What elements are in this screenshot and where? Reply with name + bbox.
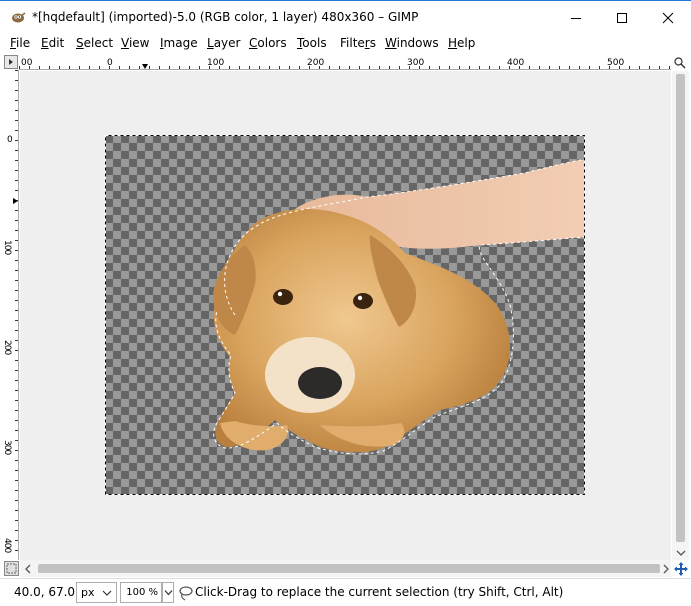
zoom-follow-icon bbox=[673, 562, 688, 576]
gimp-wilber-icon[interactable] bbox=[10, 10, 26, 24]
hruler-label: 100 bbox=[207, 58, 224, 68]
hruler-label: 00 bbox=[21, 58, 33, 68]
hruler-label: 500 bbox=[607, 58, 624, 68]
quick-mask-toggle[interactable] bbox=[4, 561, 19, 576]
scroll-down-button[interactable] bbox=[672, 547, 689, 559]
zoom-follow-button[interactable] bbox=[672, 561, 689, 577]
vruler-label: 200 bbox=[4, 340, 12, 355]
image-layer[interactable] bbox=[105, 135, 585, 495]
navigate-icon bbox=[674, 57, 686, 69]
unit-value: px bbox=[81, 586, 95, 599]
dog-nose bbox=[298, 367, 342, 399]
zoom-value: 100 % bbox=[126, 587, 158, 598]
status-bar: 40.0, 67.0 px 100 % Click-Drag to replac… bbox=[0, 578, 691, 606]
horizontal-ruler[interactable]: 00 0 100 200 300 400 500 bbox=[19, 55, 671, 70]
minimize-button[interactable] bbox=[553, 5, 599, 31]
dog-eye-left bbox=[273, 289, 293, 305]
zoom-dropdown-button[interactable] bbox=[162, 582, 174, 603]
pointer-position-marker bbox=[142, 64, 148, 69]
pointer-position-marker bbox=[13, 198, 18, 204]
minimize-icon bbox=[571, 18, 581, 19]
status-message: Click-Drag to replace the current select… bbox=[195, 585, 564, 599]
menu-windows[interactable]: Windows bbox=[385, 36, 439, 50]
close-button[interactable] bbox=[645, 5, 691, 31]
triangle-right-icon bbox=[9, 59, 13, 65]
menu-file[interactable]: File bbox=[10, 36, 30, 50]
lasso-icon bbox=[179, 586, 193, 601]
image-canvas[interactable] bbox=[20, 71, 671, 560]
title-bar: *[hqdefault] (imported)-5.0 (RGB color, … bbox=[0, 0, 691, 34]
vruler-label: 0 bbox=[7, 135, 13, 145]
menu-bar: File Edit Select View Image Layer Colors… bbox=[0, 34, 691, 54]
chevron-down-icon bbox=[102, 590, 112, 596]
window-title: *[hqdefault] (imported)-5.0 (RGB color, … bbox=[32, 10, 419, 24]
chevron-down-icon bbox=[676, 550, 685, 556]
horizontal-scrollbar-thumb[interactable] bbox=[38, 564, 660, 573]
unit-select[interactable]: px bbox=[76, 582, 117, 603]
maximize-icon bbox=[617, 13, 627, 23]
ruler-corner-menu-button[interactable] bbox=[4, 55, 18, 69]
maximize-button[interactable] bbox=[599, 5, 645, 31]
scroll-right-button[interactable] bbox=[660, 562, 672, 575]
menu-select[interactable]: Select bbox=[76, 36, 113, 50]
menu-filters[interactable]: Filters bbox=[340, 36, 376, 50]
dog-eye-right bbox=[353, 293, 373, 309]
hruler-label: 0 bbox=[107, 58, 113, 68]
horizontal-scrollbar[interactable] bbox=[20, 560, 671, 577]
hruler-label: 200 bbox=[307, 58, 324, 68]
close-icon bbox=[662, 12, 674, 24]
navigate-button[interactable] bbox=[672, 55, 687, 70]
vruler-label: 300 bbox=[4, 440, 12, 455]
menu-view[interactable]: View bbox=[121, 36, 149, 50]
pointer-coordinates: 40.0, 67.0 bbox=[14, 585, 76, 599]
scroll-left-button[interactable] bbox=[22, 562, 34, 575]
menu-image[interactable]: Image bbox=[160, 36, 198, 50]
chevron-left-icon bbox=[25, 564, 31, 573]
hruler-label: 300 bbox=[407, 58, 424, 68]
vertical-scrollbar[interactable] bbox=[672, 71, 689, 560]
vruler-label: 400 bbox=[4, 538, 12, 553]
chevron-down-icon bbox=[164, 590, 172, 596]
vruler-label: 100 bbox=[4, 240, 12, 255]
menu-layer[interactable]: Layer bbox=[207, 36, 240, 50]
hruler-label: 400 bbox=[507, 58, 524, 68]
menu-tools[interactable]: Tools bbox=[297, 36, 327, 50]
vertical-ruler[interactable]: 0 100 200 300 400 bbox=[4, 70, 19, 560]
vertical-scrollbar-thumb[interactable] bbox=[676, 74, 685, 542]
chevron-right-icon bbox=[663, 564, 669, 573]
quick-mask-icon bbox=[6, 563, 17, 574]
menu-help[interactable]: Help bbox=[448, 36, 475, 50]
zoom-field[interactable]: 100 % bbox=[120, 582, 162, 603]
menu-colors[interactable]: Colors bbox=[249, 36, 287, 50]
menu-edit[interactable]: Edit bbox=[41, 36, 64, 50]
